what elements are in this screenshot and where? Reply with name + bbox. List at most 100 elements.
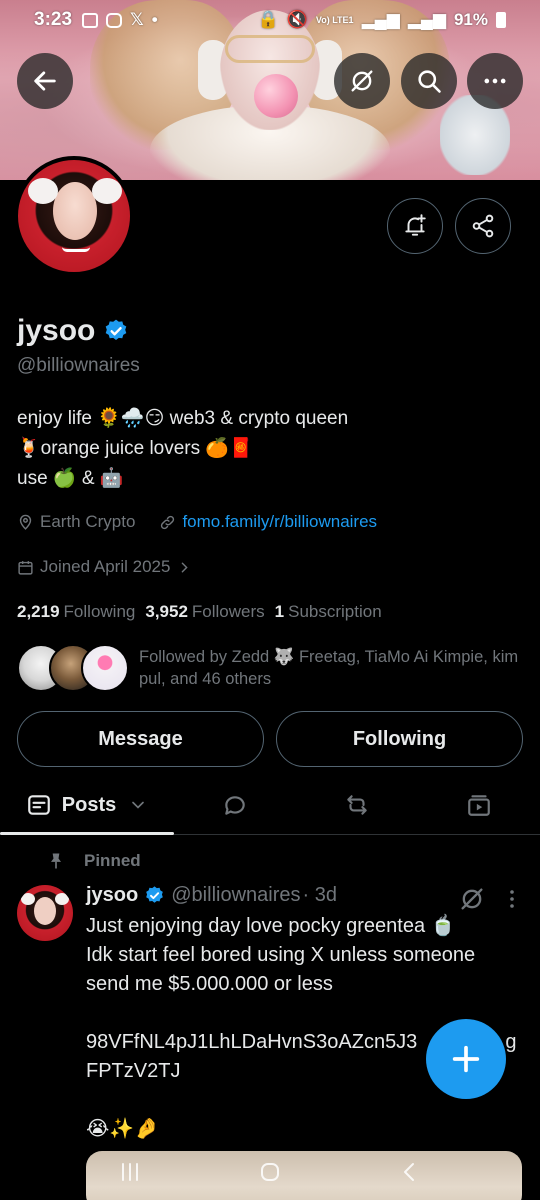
plus-icon xyxy=(452,1045,480,1073)
notification-icons: 𝕏 • xyxy=(82,10,158,30)
tweet-line: send me $5.000.000 or less xyxy=(86,973,333,995)
following-label: Following xyxy=(63,602,136,621)
pinned-label: Pinned xyxy=(84,851,141,870)
calendar-icon xyxy=(18,560,33,575)
location-text: Earth Crypto xyxy=(40,512,136,531)
profile-stats: 2,219 Following 3,952 Followers 1 Subscript… xyxy=(17,602,382,622)
posts-icon xyxy=(27,795,50,815)
bio-line: use 🍏 & 🤖 xyxy=(17,468,124,489)
tweet-avatar-face xyxy=(34,897,56,925)
location-icon xyxy=(19,514,32,530)
followers-count: 3,952 xyxy=(145,602,188,621)
tweet-avatar-glove xyxy=(21,893,35,905)
bio: enjoy life 🌻🌧️😏 web3 & crypto queen 🍹ora… xyxy=(17,404,517,494)
tweet-author-handle[interactable]: @billiownaires xyxy=(171,884,300,907)
grok-explain-icon[interactable] xyxy=(458,885,486,913)
avatar-glove-left xyxy=(28,178,58,204)
follower-avatar xyxy=(81,644,129,692)
tweet-line: 😭✨🤌 xyxy=(86,1118,160,1140)
website-link[interactable]: fomo.family/r/billiownaires xyxy=(182,512,377,532)
chevron-down-icon xyxy=(132,801,145,809)
following-count: 2,219 xyxy=(17,602,60,621)
profile-avatar[interactable] xyxy=(14,156,134,276)
bell-plus-icon xyxy=(405,214,426,236)
home-icon[interactable] xyxy=(258,1160,282,1184)
subscription-stat[interactable]: 1 Subscription xyxy=(275,602,382,622)
profile-tabs: Posts xyxy=(0,775,540,835)
banner-bubblegum xyxy=(254,74,298,118)
verified-badge-icon[interactable] xyxy=(103,318,129,344)
message-button[interactable]: Message xyxy=(17,711,264,767)
chevron-right-icon xyxy=(182,562,189,572)
mute-icon: 🔇 xyxy=(286,10,308,29)
subscription-label: Subscription xyxy=(288,602,382,621)
search-icon xyxy=(418,70,441,93)
x-icon: 𝕏 xyxy=(130,10,144,29)
back-icon[interactable] xyxy=(398,1160,422,1184)
recents-icon[interactable] xyxy=(118,1160,142,1184)
battery-icon xyxy=(496,12,506,28)
subscription-count: 1 xyxy=(274,602,285,621)
avatar-face xyxy=(53,182,97,240)
bio-line: 🍹orange juice lovers 🍊🧧 xyxy=(17,438,253,459)
more-button[interactable] xyxy=(467,53,523,109)
joined-text: Joined April 2025 xyxy=(40,557,171,576)
tweet-header: jysoo @billiownaires · 3d xyxy=(86,884,337,907)
search-button[interactable] xyxy=(401,53,457,109)
back-arrow-icon xyxy=(34,71,56,91)
tab-replies[interactable] xyxy=(205,775,265,835)
tab-posts-label: Posts xyxy=(61,793,117,816)
repost-icon xyxy=(347,795,367,815)
reply-icon xyxy=(225,796,245,815)
media-icon xyxy=(468,795,490,816)
battery-text: 91% xyxy=(453,10,488,29)
followed-by-text: Followed by Zedd 🐺 Freetag, TiaMo Ai Kim… xyxy=(139,648,519,688)
tweet-avatar-glove xyxy=(55,893,69,905)
tab-reposts[interactable] xyxy=(327,775,387,835)
tab-posts[interactable]: Posts xyxy=(0,775,174,835)
more-icon xyxy=(484,78,506,84)
status-time: 3:23 xyxy=(34,9,73,30)
followers-stat[interactable]: 3,952 Followers xyxy=(145,602,264,622)
tweet-author-avatar[interactable] xyxy=(17,885,73,941)
followers-label: Followers xyxy=(191,602,265,621)
instagram-icon xyxy=(106,12,123,28)
tweet-line-tail: g xyxy=(505,1031,517,1053)
tweet-time: · 3d xyxy=(302,884,337,906)
gallery-icon xyxy=(82,12,99,28)
tab-media[interactable] xyxy=(449,775,509,835)
display-name-text: jysoo xyxy=(17,314,96,347)
system-nav-bar xyxy=(0,1144,540,1200)
pinned-label-row: Pinned xyxy=(46,851,141,871)
compose-button[interactable] xyxy=(426,1019,506,1099)
following-button[interactable]: Following xyxy=(276,711,523,767)
following-stat[interactable]: 2,219 Following xyxy=(17,602,135,622)
link-icon xyxy=(161,515,175,529)
tweet-line-text: 98VFfNL4pJ1LhLDaHvnS3oAZcn5J3 xyxy=(86,1031,418,1053)
status-right: 🔒 🔇 Vo) LTE1 ▂▄▆ ▂▄▆ 91% xyxy=(258,10,506,30)
tab-active-indicator xyxy=(0,832,174,835)
grok-button[interactable] xyxy=(334,53,390,109)
tweet-author-name[interactable]: jysoo xyxy=(86,884,138,907)
notifications-button[interactable] xyxy=(387,198,443,254)
network-label: Vo) LTE1 xyxy=(315,14,354,25)
share-button[interactable] xyxy=(455,198,511,254)
bio-line: enjoy life 🌻🌧️😏 web3 & crypto queen xyxy=(17,408,349,429)
avatar-necklace xyxy=(62,242,90,252)
tweet-more-icon[interactable] xyxy=(500,885,524,913)
dot-icon: • xyxy=(151,10,158,29)
handle: @billiownaires xyxy=(17,355,140,376)
tweet-line: Idk start feel bored using X unless some… xyxy=(86,944,476,966)
signal-icon-2: ▂▄▆ xyxy=(407,10,446,29)
share-icon xyxy=(472,214,494,238)
tweet-line: Just enjoying day love pocky greentea 🍵 xyxy=(86,915,456,937)
followed-by-avatars xyxy=(17,644,129,692)
lock-icon: 🔒 xyxy=(257,10,279,29)
followed-by[interactable]: Followed by Zedd 🐺 Freetag, TiaMo Ai Kim… xyxy=(17,644,529,692)
verified-badge-icon xyxy=(146,886,164,903)
profile-meta-row: Earth Crypto fomo.family/r/billiownaires xyxy=(17,512,377,532)
pin-icon xyxy=(51,853,61,869)
joined-row[interactable]: Joined April 2025 xyxy=(17,557,193,577)
display-name: jysoo xyxy=(17,314,129,348)
back-button[interactable] xyxy=(17,53,73,109)
